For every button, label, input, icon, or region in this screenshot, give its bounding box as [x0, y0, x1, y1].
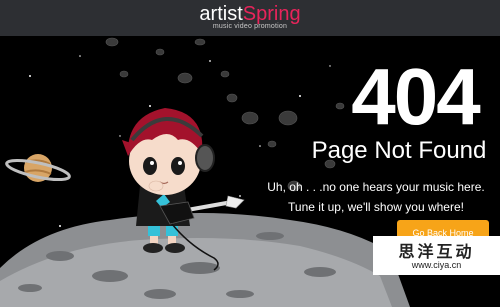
- watermark-text: 思洋互动: [398, 242, 475, 261]
- site-logo[interactable]: artistSpring: [0, 3, 500, 25]
- error-message-line1: Uh, oh . . .no one hears your music here…: [267, 180, 485, 194]
- logo-brand: Spring: [242, 3, 301, 25]
- saturn-icon: [5, 154, 71, 182]
- error-title: Page Not Found: [311, 137, 487, 164]
- error-code: 404: [351, 52, 480, 141]
- watermark: 思洋互动 www.ciya.cn: [373, 236, 500, 275]
- moon-surface: [0, 213, 410, 307]
- watermark-url: www.ciya.cn: [411, 260, 462, 270]
- logo-tagline: music video promotion: [212, 23, 288, 30]
- logo-prefix: artist: [199, 3, 243, 25]
- site-header: artistSpring music video promotion: [0, 0, 500, 36]
- error-message-line2: Tune it up, we'll show you where!: [288, 200, 464, 214]
